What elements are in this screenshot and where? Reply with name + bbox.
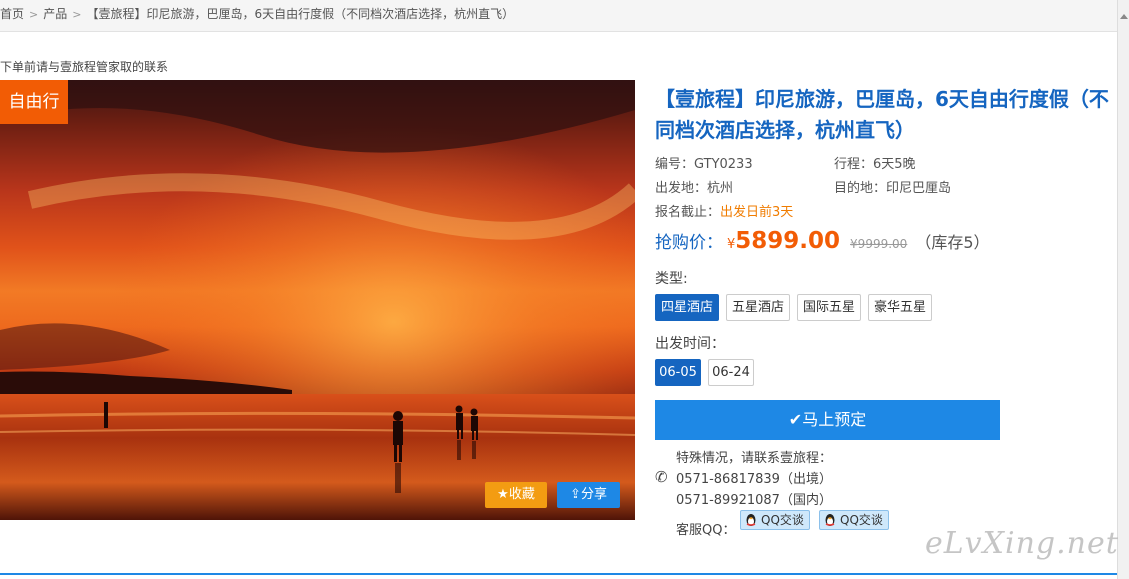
contact-intro: 特殊情况，请联系壹旅程： [676, 451, 833, 466]
type-option-intl-5star[interactable]: 国际五星 [797, 294, 861, 321]
book-now-label: 马上预定 [802, 410, 867, 429]
book-now-button[interactable]: ✔马上预定 [655, 400, 1000, 440]
qq-penguin-icon [746, 514, 756, 526]
phone-outbound: 0571-86817839（出境） [676, 472, 832, 487]
breadcrumb-home-link[interactable]: 首页 [0, 7, 24, 21]
scroll-up-arrow-icon[interactable] [1120, 14, 1128, 19]
departure-date-label: 出发时间： [655, 336, 725, 352]
sale-price: 5899.00 [735, 228, 841, 254]
destination: 目的地：印尼巴厘岛 [834, 177, 951, 196]
date-option-0605[interactable]: 06-05 [655, 359, 701, 386]
product-code: 编号：GTY0233 [655, 153, 753, 172]
order-notice: 下单前请与壹旅程管家取的联系 [0, 60, 169, 74]
bottom-divider [0, 573, 1117, 575]
product-title: 【壹旅程】印尼旅游，巴厘岛，6天自由行度假（不同档次酒店选择，杭州直飞） [655, 87, 1109, 142]
breadcrumb-separator-icon: > [29, 8, 39, 21]
breadcrumb-separator-icon: > [72, 8, 82, 21]
breadcrumb-products-link[interactable]: 产品 [43, 7, 67, 21]
deadline-value: 出发日前3天 [720, 205, 794, 220]
breadcrumb: 首页 > 产品 > 【壹旅程】印尼旅游，巴厘岛，6天自由行度假（不同档次酒店选择，杭州直… [0, 5, 514, 22]
qq-chat-button-1[interactable]: QQ交谈 [740, 510, 810, 530]
trip-duration-label: 行程： [834, 157, 874, 172]
share-label: 分享 [580, 487, 607, 502]
original-price: ¥9999.00 [850, 237, 908, 251]
trip-duration-value: 6天5晚 [873, 157, 916, 172]
product-code-value: GTY0233 [694, 157, 753, 172]
destination-label: 目的地： [834, 181, 887, 196]
sunset-beach-illustration [0, 80, 635, 520]
qq-support-label: 客服QQ： [676, 523, 736, 538]
type-option-4star[interactable]: 四星酒店 [655, 294, 719, 321]
qq-penguin-icon [825, 514, 835, 526]
qq-chat-label-1: QQ交谈 [761, 513, 804, 527]
product-hero-image: 自由行 ★收藏 ⇪分享 [0, 80, 635, 520]
product-code-label: 编号： [655, 157, 695, 172]
free-travel-badge: 自由行 [0, 80, 68, 124]
deadline-label: 报名截止： [655, 205, 721, 220]
signup-deadline: 报名截止：出发日前3天 [655, 201, 793, 220]
departure-value: 杭州 [707, 181, 734, 196]
trip-duration: 行程：6天5晚 [834, 153, 916, 172]
vertical-scrollbar[interactable] [1117, 0, 1129, 579]
favorite-label: 收藏 [508, 487, 535, 502]
site-watermark: eLvXing.net [925, 526, 1119, 561]
departure-label: 出发地： [655, 181, 708, 196]
stock-count: （库存5） [915, 233, 990, 252]
qq-chat-button-2[interactable]: QQ交谈 [819, 510, 889, 530]
breadcrumb-current: 【壹旅程】印尼旅游，巴厘岛，6天自由行度假（不同档次酒店选择，杭州直飞） [86, 7, 515, 21]
breadcrumb-bar: 首页 > 产品 > 【壹旅程】印尼旅游，巴厘岛，6天自由行度假（不同档次酒店选择，杭州直… [0, 0, 1129, 32]
product-page: 首页 > 产品 > 【壹旅程】印尼旅游，巴厘岛，6天自由行度假（不同档次酒店选择，杭州直… [0, 0, 1129, 579]
check-icon: ✔ [788, 410, 803, 429]
price-row: 抢购价： ¥5899.00 ¥9999.00 （库存5） [655, 228, 990, 254]
type-label: 类型: [655, 271, 688, 287]
departure-city: 出发地：杭州 [655, 177, 733, 196]
qq-chat-label-2: QQ交谈 [840, 513, 883, 527]
phone-domestic: 0571-89921087（国内） [676, 493, 832, 508]
type-option-5star[interactable]: 五星酒店 [726, 294, 790, 321]
destination-value: 印尼巴厘岛 [886, 181, 952, 196]
share-button[interactable]: ⇪分享 [557, 482, 620, 508]
star-icon: ★ [497, 487, 509, 502]
date-option-0624[interactable]: 06-24 [708, 359, 754, 386]
favorite-button[interactable]: ★收藏 [485, 482, 547, 508]
price-label: 抢购价： [655, 233, 723, 253]
share-icon: ⇪ [570, 487, 581, 502]
type-option-luxury-5star[interactable]: 豪华五星 [868, 294, 932, 321]
phone-icon: ✆ [655, 468, 668, 486]
